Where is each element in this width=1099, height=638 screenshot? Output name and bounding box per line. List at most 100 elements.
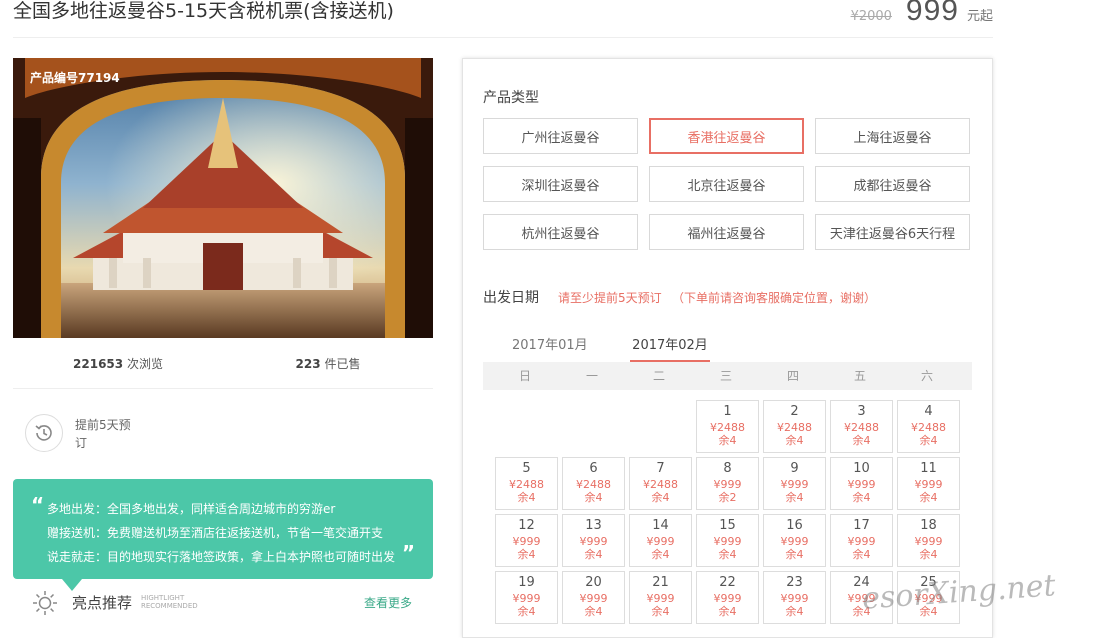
day-price: ¥2488 [509,478,544,491]
highlight-line: 赠接送机：免费赠送机场至酒店往返接送机，节省一笔交通开支 [47,526,384,540]
calendar-day-cell[interactable]: 9 ¥999 余4 [763,457,826,510]
current-price: 999 [905,0,959,27]
day-number: 21 [652,575,669,590]
day-price: ¥999 [780,592,809,605]
product-type-option[interactable]: 深圳往返曼谷 [483,166,638,202]
clock-history-icon [25,414,63,452]
view-count: 221653 次浏览 [73,357,163,371]
day-remaining: 余4 [517,548,536,561]
day-price: ¥999 [579,592,608,605]
calendar-day-cell[interactable]: 6 ¥2488 余4 [562,457,625,510]
day-remaining: 余4 [584,491,603,504]
calendar-day-cell[interactable]: 18 ¥999 余4 [897,514,960,567]
day-price: ¥2488 [844,421,879,434]
day-remaining: 余4 [785,434,804,447]
day-remaining: 余4 [852,434,871,447]
product-type-option[interactable]: 天津往返曼谷6天行程 [815,214,970,250]
day-price: ¥999 [847,478,876,491]
day-remaining: 余4 [785,548,804,561]
product-code: 产品编号77194 [30,71,120,85]
highlights-subtitle: HIGHTLIGHT RECOMMENDED [141,594,198,610]
day-price: ¥2488 [777,421,812,434]
stats-divider [13,388,433,389]
price-area: ¥2000 999 元起 [851,0,993,28]
product-type-option[interactable]: 北京往返曼谷 [649,166,804,202]
day-remaining: 余4 [718,605,737,618]
product-type-option[interactable]: 广州往返曼谷 [483,118,638,154]
day-remaining: 余4 [651,491,670,504]
day-price: ¥999 [646,535,675,548]
title-divider [13,37,993,38]
original-price: ¥2000 [850,9,892,24]
calendar-day-cell[interactable]: 21 ¥999 余4 [629,571,692,624]
product-photo [13,58,433,338]
day-remaining: 余4 [919,548,938,561]
tab-month-2017-01[interactable]: 2017年01月 [512,334,588,360]
quote-open-icon: “ [31,493,45,517]
calendar-day-cell[interactable]: 8 ¥999 余2 [696,457,759,510]
product-type-option[interactable]: 成都往返曼谷 [815,166,970,202]
day-remaining: 余4 [651,548,670,561]
calendar-day-cell[interactable]: 10 ¥999 余4 [830,457,893,510]
day-remaining: 余4 [785,605,804,618]
departure-date-title: 出发日期 [483,290,539,306]
calendar-day-cell[interactable]: 23 ¥999 余4 [763,571,826,624]
day-remaining: 余4 [852,491,871,504]
weekday-label: 二 [652,369,665,383]
calendar-day-cell[interactable]: 4 ¥2488 余4 [897,400,960,453]
calendar-day-cell[interactable]: 2 ¥2488 余4 [763,400,826,453]
calendar-day-cell[interactable]: 20 ¥999 余4 [562,571,625,624]
product-type-option[interactable]: 香港往返曼谷 [649,118,804,154]
calendar-day-cell[interactable]: 19 ¥999 余4 [495,571,558,624]
product-title: 全国多地往返曼谷5-15天含税机票(含接送机) [13,0,394,22]
day-price: ¥999 [713,535,742,548]
calendar-day-cell[interactable]: 14 ¥999 余4 [629,514,692,567]
weekday-label: 四 [786,369,799,383]
sold-count: 223 件已售 [295,357,361,371]
product-type-option[interactable]: 杭州往返曼谷 [483,214,638,250]
weekday-label: 日 [518,369,531,383]
weekday-header: 日一二三四五六 [483,362,972,390]
day-number: 11 [920,461,937,476]
highlight-line: 多地出发：全国多地出发，同样适合周边城市的穷游er [47,502,336,516]
day-price: ¥999 [914,535,943,548]
day-number: 6 [589,461,598,476]
calendar-day-cell[interactable]: 16 ¥999 余4 [763,514,826,567]
calendar-day-cell[interactable]: 17 ¥999 余4 [830,514,893,567]
day-number: 14 [652,518,669,533]
calendar-day-cell[interactable]: 1 ¥2488 余4 [696,400,759,453]
day-number: 9 [790,461,799,476]
day-remaining: 余4 [919,434,938,447]
day-price: ¥999 [713,478,742,491]
day-remaining: 余4 [517,605,536,618]
day-price: ¥999 [847,535,876,548]
calendar-day-cell[interactable]: 12 ¥999 余4 [495,514,558,567]
consult-notice: （下单前请咨询客服确定位置，谢谢） [672,291,877,305]
day-remaining: 余2 [718,491,737,504]
calendar-day-cell[interactable]: 5 ¥2488 余4 [495,457,558,510]
calendar-day-cell[interactable]: 3 ¥2488 余4 [830,400,893,453]
day-remaining: 余4 [852,548,871,561]
day-price: ¥2488 [911,421,946,434]
advance-booking-text: 提前5天预订 [75,418,131,450]
weekday-label: 一 [585,369,598,383]
calendar-day-cell[interactable]: 22 ¥999 余4 [696,571,759,624]
view-more-link[interactable]: 查看更多 [364,594,412,611]
day-price: ¥999 [512,535,541,548]
day-number: 3 [857,404,866,419]
product-type-option[interactable]: 上海往返曼谷 [815,118,970,154]
day-number: 1 [723,404,732,419]
day-number: 5 [522,461,531,476]
calendar-day-cell[interactable]: 11 ¥999 余4 [897,457,960,510]
weekday-label: 三 [719,369,732,383]
day-price: ¥2488 [576,478,611,491]
calendar-day-cell[interactable]: 15 ¥999 余4 [696,514,759,567]
day-remaining: 余4 [718,548,737,561]
advance-notice: 请至少提前5天预订 [558,291,662,305]
product-type-option[interactable]: 福州往返曼谷 [649,214,804,250]
day-number: 15 [719,518,736,533]
calendar-day-cell[interactable]: 7 ¥2488 余4 [629,457,692,510]
calendar-day-cell[interactable]: 13 ¥999 余4 [562,514,625,567]
day-remaining: 余4 [651,605,670,618]
tab-month-2017-02[interactable]: 2017年02月 [630,334,710,362]
